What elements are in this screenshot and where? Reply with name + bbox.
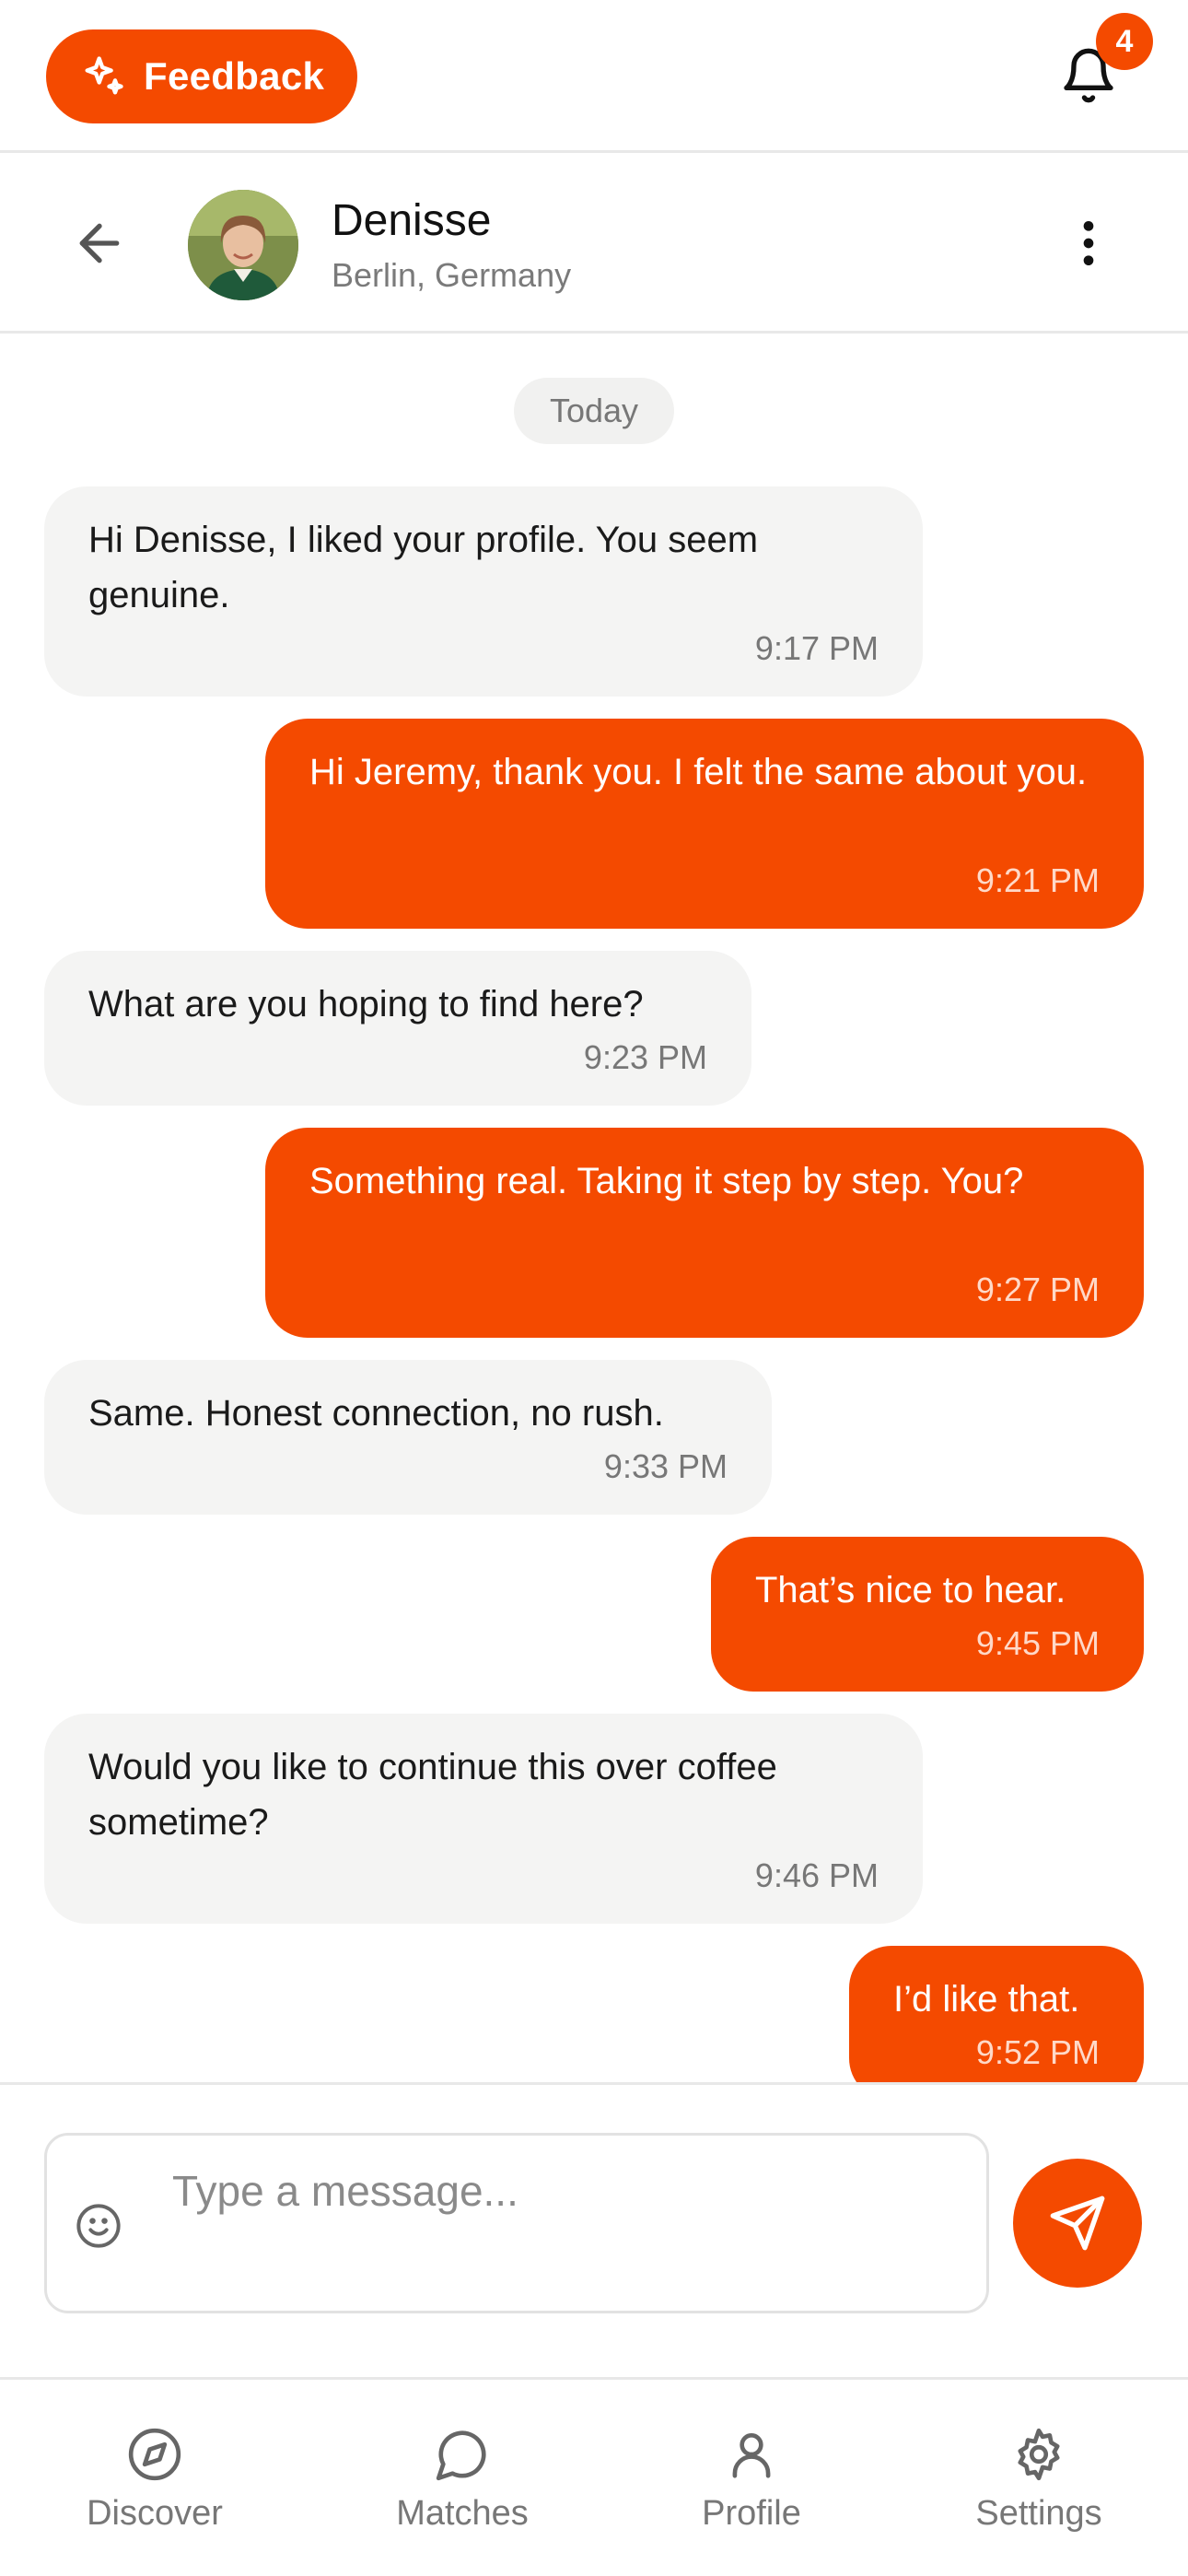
avatar-image (188, 190, 298, 300)
bottom-navigation: Discover Matches Profile Settings (0, 2377, 1188, 2576)
paper-plane-icon (1050, 2195, 1105, 2251)
message-text: Same. Honest connection, no rush. (88, 1393, 664, 1434)
user-icon (732, 2433, 771, 2478)
message-time: 9:17 PM (754, 629, 879, 667)
notification-count-badge: 4 (1096, 13, 1153, 70)
message-text: Hi Jeremy, thank you. I felt the same ab… (309, 752, 1088, 792)
back-button[interactable] (70, 214, 129, 273)
message-composer (0, 2082, 1188, 2377)
message-incoming[interactable]: Same. Honest connection, no rush. 9:33 P… (44, 1360, 772, 1515)
message-list[interactable]: Today Hi Denisse, I liked your profile. … (0, 334, 1188, 2082)
compass-icon (128, 2428, 181, 2481)
avatar[interactable] (188, 190, 298, 300)
feedback-label: Feedback (144, 54, 325, 98)
nav-matches[interactable]: Matches (361, 2426, 564, 2564)
message-time: 9:21 PM (975, 861, 1100, 899)
message-time: 9:33 PM (603, 1447, 728, 1485)
message-time: 9:23 PM (583, 1038, 707, 1076)
emoji-button[interactable] (75, 2202, 122, 2250)
message-incoming[interactable]: What are you hoping to find here? 9:23 P… (44, 951, 751, 1106)
message-outgoing[interactable]: Hi Jeremy, thank you. I felt the same ab… (265, 719, 1144, 929)
sparkles-icon (85, 56, 123, 95)
send-button[interactable] (1013, 2159, 1142, 2288)
chat-header: Denisse Berlin, Germany (0, 153, 1188, 334)
message-text: Would you like to continue this over cof… (88, 1747, 777, 1843)
message-time: 9:46 PM (754, 1856, 879, 1894)
nav-settings[interactable]: Settings (938, 2426, 1140, 2564)
nav-label: Settings (975, 2494, 1102, 2533)
chat-bubble-icon (436, 2430, 486, 2481)
smiley-icon (76, 2204, 121, 2248)
message-time: 9:52 PM (975, 2033, 1100, 2071)
chat-screen: Feedback 4 Denisse Berlin, Germany Today… (0, 0, 1188, 2576)
message-input[interactable] (172, 2163, 964, 2219)
message-time: 9:45 PM (975, 1624, 1100, 1662)
nav-profile[interactable]: Profile (650, 2426, 853, 2564)
message-time: 9:27 PM (975, 1270, 1100, 1308)
message-incoming[interactable]: Hi Denisse, I liked your profile. You se… (44, 486, 923, 697)
message-text: That’s nice to hear. (755, 1570, 1066, 1610)
contact-name: Denisse (332, 196, 492, 245)
date-separator: Today (514, 378, 674, 444)
message-outgoing[interactable]: Something real. Taking it step by step. … (265, 1128, 1144, 1338)
message-text: Hi Denisse, I liked your profile. You se… (88, 520, 759, 615)
top-bar: Feedback 4 (0, 0, 1188, 153)
nav-discover[interactable]: Discover (53, 2426, 256, 2564)
nav-label: Discover (87, 2494, 223, 2533)
feedback-button[interactable]: Feedback (46, 29, 357, 123)
arrow-left-icon (79, 223, 120, 263)
contact-location: Berlin, Germany (332, 256, 572, 294)
gear-icon (1018, 2428, 1060, 2481)
message-text: What are you hoping to find here? (88, 984, 644, 1025)
message-outgoing[interactable]: I’d like that. 9:52 PM (849, 1946, 1144, 2082)
message-input-box[interactable] (44, 2133, 989, 2313)
nav-label: Matches (396, 2494, 529, 2533)
nav-label: Profile (702, 2494, 801, 2533)
message-outgoing[interactable]: That’s nice to hear. 9:45 PM (711, 1537, 1144, 1692)
message-text: I’d like that. (893, 1979, 1080, 2020)
message-text: Something real. Taking it step by step. … (309, 1161, 1024, 1201)
message-incoming[interactable]: Would you like to continue this over cof… (44, 1714, 923, 1924)
vertical-dots-icon (1083, 221, 1094, 265)
more-options-button[interactable] (1059, 214, 1118, 273)
